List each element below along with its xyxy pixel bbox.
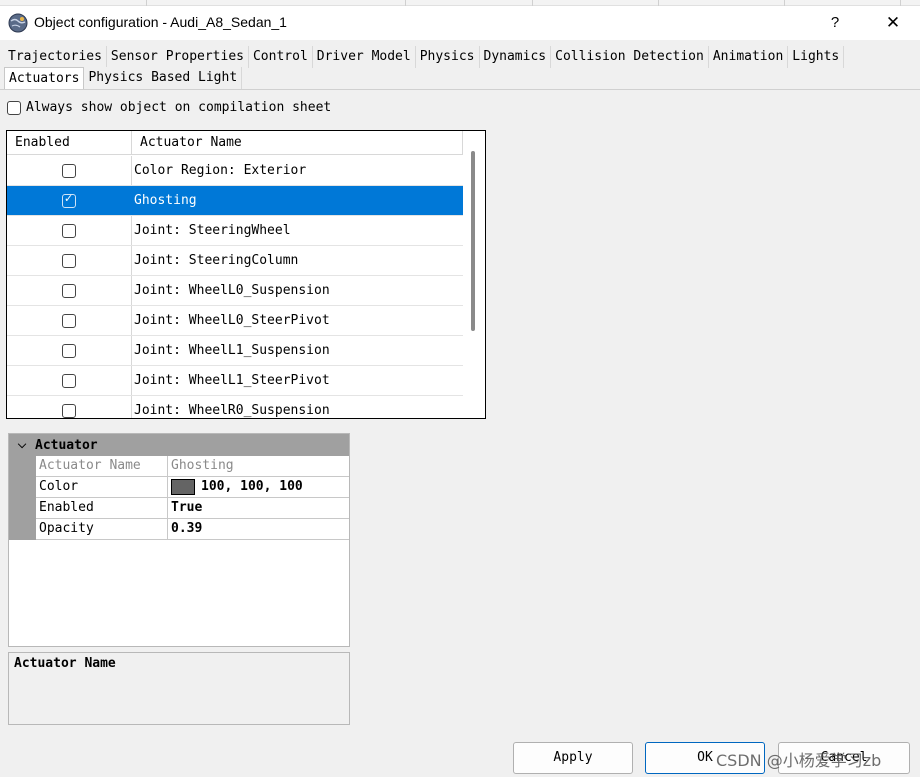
property-section-title: Actuator — [35, 437, 98, 453]
tab-trajectories[interactable]: Trajectories — [4, 46, 107, 68]
actuator-name-cell[interactable]: Joint: WheelL1_SteerPivot — [132, 366, 463, 395]
chevron-down-icon[interactable]: ⌵ — [9, 438, 35, 452]
tab-actuators[interactable]: Actuators — [4, 67, 85, 89]
property-key: Opacity — [36, 519, 168, 540]
property-gutter — [9, 519, 36, 540]
property-key: Actuator Name — [36, 456, 168, 477]
description-title: Actuator Name — [14, 656, 116, 671]
property-grid: ⌵ Actuator Actuator Name Ghosting Color … — [8, 433, 350, 647]
ok-button[interactable]: OK — [645, 742, 765, 774]
checkmark-icon: ✓ — [64, 191, 74, 205]
actuator-name-cell[interactable]: Joint: WheelL0_SteerPivot — [132, 306, 463, 335]
help-button[interactable]: ? — [820, 10, 850, 36]
table-row[interactable]: Joint: WheelL1_Suspension — [7, 336, 463, 366]
tab-control[interactable]: Control — [248, 46, 313, 68]
table-row[interactable]: ✓ Ghosting — [7, 186, 463, 216]
window-title: Object configuration - Audi_A8_Sedan_1 — [34, 14, 287, 30]
tab-physics-based-light[interactable]: Physics Based Light — [84, 67, 243, 89]
property-value: Ghosting — [168, 456, 349, 477]
property-gutter — [9, 498, 36, 519]
tab-bar-row-1: Trajectories Sensor Properties Control Driv… — [4, 46, 845, 68]
property-description: Actuator Name — [8, 652, 350, 725]
close-button[interactable]: ✕ — [876, 10, 910, 36]
actuator-name-cell[interactable]: Joint: SteeringWheel — [132, 216, 463, 245]
grid-header: Enabled Actuator Name — [7, 131, 463, 155]
tab-animation[interactable]: Animation — [708, 46, 789, 68]
enabled-checkbox[interactable] — [62, 253, 76, 268]
actuator-name-cell[interactable]: Joint: WheelR0_Suspension — [132, 396, 463, 418]
title-bar: Object configuration - Audi_A8_Sedan_1 ?… — [0, 6, 920, 40]
actuator-name-cell[interactable]: Color Region: Exterior — [132, 156, 463, 185]
tab-dynamics[interactable]: Dynamics — [479, 46, 552, 68]
property-key: Enabled — [36, 498, 168, 519]
tab-driver-model[interactable]: Driver Model — [312, 46, 416, 68]
property-row-color[interactable]: Color 100, 100, 100 — [9, 477, 349, 498]
enabled-checkbox[interactable] — [62, 223, 76, 238]
property-key: Color — [36, 477, 168, 498]
table-row[interactable]: Joint: SteeringWheel — [7, 216, 463, 246]
enabled-checkbox[interactable] — [62, 403, 76, 418]
enabled-cell — [7, 156, 132, 185]
tab-lights[interactable]: Lights — [788, 46, 845, 68]
always-show-label: Always show object on compilation sheet — [26, 100, 332, 115]
enabled-checkbox[interactable] — [62, 163, 76, 178]
actuator-grid: Enabled Actuator Name Color Region: Exte… — [6, 130, 486, 419]
table-row[interactable]: Joint: WheelL0_Suspension — [7, 276, 463, 306]
always-show-checkbox[interactable] — [7, 100, 21, 115]
property-gutter — [9, 477, 36, 498]
apply-button[interactable]: Apply — [513, 742, 633, 774]
enabled-checkbox[interactable] — [62, 313, 76, 328]
property-gutter — [9, 456, 36, 477]
enabled-cell — [7, 216, 132, 245]
enabled-cell — [7, 306, 132, 335]
table-row[interactable]: Joint: WheelR0_Suspension — [7, 396, 463, 418]
actuator-name-cell[interactable]: Ghosting — [132, 186, 463, 215]
enabled-checkbox[interactable] — [62, 283, 76, 298]
enabled-cell — [7, 366, 132, 395]
grid-body: Color Region: Exterior ✓ Ghosting Joint: St… — [7, 156, 463, 418]
property-row-opacity[interactable]: Opacity 0.39 — [9, 519, 349, 540]
color-swatch[interactable] — [171, 479, 195, 495]
table-row[interactable]: Joint: WheelL1_SteerPivot — [7, 366, 463, 396]
app-globe-icon — [8, 13, 28, 33]
property-row-actuator-name: Actuator Name Ghosting — [9, 456, 349, 477]
property-section-header[interactable]: ⌵ Actuator — [9, 434, 349, 456]
column-header-actuator-name[interactable]: Actuator Name — [132, 131, 463, 155]
table-row[interactable]: Joint: SteeringColumn — [7, 246, 463, 276]
enabled-cell — [7, 246, 132, 275]
enabled-checkbox[interactable] — [62, 373, 76, 388]
cancel-button[interactable]: Cancel — [778, 742, 910, 774]
enabled-checkbox[interactable] — [62, 343, 76, 358]
tab-collision-detection[interactable]: Collision Detection — [551, 46, 709, 68]
tab-sensor-properties[interactable]: Sensor Properties — [106, 46, 249, 68]
table-row[interactable]: Joint: WheelL0_SteerPivot — [7, 306, 463, 336]
tab-physics[interactable]: Physics — [415, 46, 480, 68]
enabled-cell — [7, 276, 132, 305]
grid-scrollbar[interactable] — [471, 151, 475, 331]
actuator-name-cell[interactable]: Joint: WheelL0_Suspension — [132, 276, 463, 305]
enabled-cell — [7, 396, 132, 418]
enabled-checkbox[interactable]: ✓ — [62, 191, 76, 208]
tab-bar-row-2: Actuators Physics Based Light — [4, 67, 243, 89]
actuator-name-cell[interactable]: Joint: SteeringColumn — [132, 246, 463, 275]
table-row[interactable]: Color Region: Exterior — [7, 156, 463, 186]
column-header-enabled[interactable]: Enabled — [7, 131, 132, 155]
actuator-name-cell[interactable]: Joint: WheelL1_Suspension — [132, 336, 463, 365]
property-value[interactable]: 0.39 — [168, 519, 349, 540]
property-value-color[interactable]: 100, 100, 100 — [168, 477, 349, 498]
color-value-text: 100, 100, 100 — [201, 479, 303, 494]
property-value[interactable]: True — [168, 498, 349, 519]
enabled-cell: ✓ — [7, 186, 132, 215]
property-row-enabled[interactable]: Enabled True — [9, 498, 349, 519]
enabled-cell — [7, 336, 132, 365]
always-show-option[interactable]: Always show object on compilation sheet — [7, 100, 331, 115]
